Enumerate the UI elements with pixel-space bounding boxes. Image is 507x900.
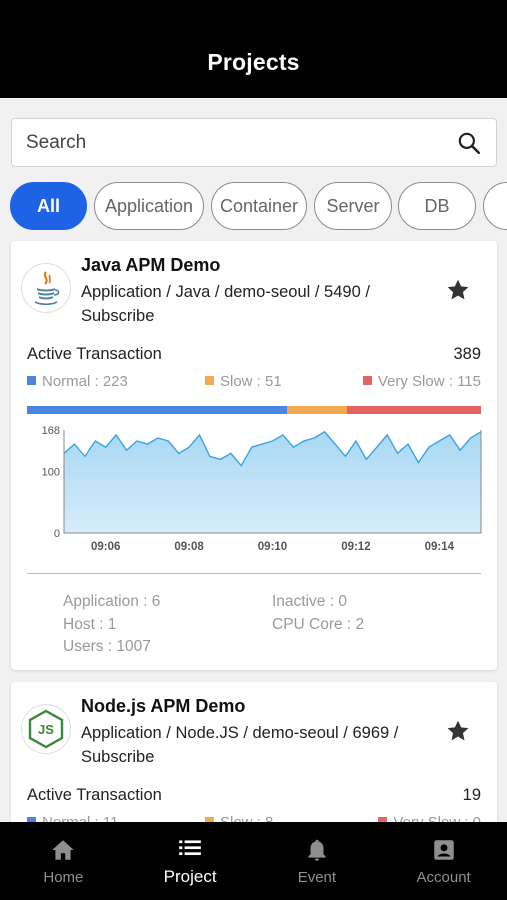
list-icon [179,840,201,856]
search-icon[interactable] [456,130,482,156]
stat-inactive: Inactive : 0 [272,593,347,610]
divider [27,573,481,574]
stack-bar-slow [287,406,347,414]
stat-host: Host : 1 [63,616,117,633]
search-box[interactable] [11,118,497,167]
nav-event[interactable]: Event [254,822,381,900]
nav-label: Account [416,868,471,886]
filter-chips: All Application Container Server DB U [0,182,507,232]
project-name: Java APM Demo [81,255,221,275]
project-subtitle: Application / Node.JS / demo-seoul / 696… [81,724,399,766]
favorite-star-icon[interactable] [445,718,471,744]
transaction-legend: Normal : 223 Slow : 51 Very Slow : 115 [27,373,481,393]
transaction-chart: 0 100 168 09:06 09:08 09:10 09:12 09:14 [42,425,482,553]
stat-application: Application : 6 [63,593,161,610]
filter-chip-all[interactable]: All [10,182,87,230]
stack-bar-normal [27,406,288,414]
filter-chip-container[interactable]: Container [211,182,307,230]
account-icon [433,839,454,860]
project-card[interactable]: JS Node.js APM Demo Application / Node.J… [11,682,497,842]
chart-ytick-label: 0 [54,528,60,540]
svg-text:JS: JS [38,722,54,737]
bottom-navigation: Home Project Event Account [0,822,507,900]
filter-chip-db[interactable]: DB [398,182,476,230]
nav-account[interactable]: Account [380,822,507,900]
legend-normal: Normal : 223 [27,373,128,390]
nav-label: Project [163,867,217,886]
stat-users: Users : 1007 [63,638,151,655]
home-icon [52,839,75,860]
transaction-stack-bar [27,406,481,414]
nav-label: Home [43,868,84,886]
chart-xtick-label: 09:10 [258,541,287,553]
favorite-star-icon[interactable] [445,277,471,303]
project-card[interactable]: Java APM Demo Application / Java / demo-… [11,241,497,670]
bell-icon [308,839,326,861]
stat-cpu-core: CPU Core : 2 [272,616,365,633]
stack-bar-very-slow [346,406,481,414]
filter-chip-server[interactable]: Server [314,182,392,230]
search-input[interactable] [26,131,456,154]
chart-ytick-label: 168 [42,425,60,437]
project-subtitle: Application / Java / demo-seoul / 5490 /… [81,283,370,325]
app-screen: Projects All Application Container Serve… [0,0,507,900]
active-transaction-label: Active Transaction [27,786,162,804]
nav-label: Event [297,868,337,886]
top-bar: Projects [0,0,507,98]
active-transaction-value: 19 [462,786,481,804]
nav-project[interactable]: Project [127,822,254,900]
active-transaction-label: Active Transaction [27,345,162,363]
chart-xtick-label: 09:12 [341,541,370,553]
filter-chip-truncated[interactable]: U [483,182,507,230]
filter-chip-application[interactable]: Application [94,182,204,230]
chart-xtick-label: 09:14 [425,541,455,553]
legend-slow: Slow : 51 [205,373,282,390]
chart-xtick-label: 09:06 [91,541,120,553]
active-transaction-value: 389 [453,345,481,363]
nav-home[interactable]: Home [0,822,127,900]
java-logo-icon [21,263,71,313]
legend-very-slow: Very Slow : 115 [362,373,481,390]
chart-ytick-label: 100 [42,467,60,479]
chart-xtick-label: 09:08 [174,541,204,553]
chart-area-fill [64,431,481,533]
project-name: Node.js APM Demo [81,696,246,716]
nodejs-logo-icon: JS [21,704,71,754]
page-title: Projects [207,48,300,75]
